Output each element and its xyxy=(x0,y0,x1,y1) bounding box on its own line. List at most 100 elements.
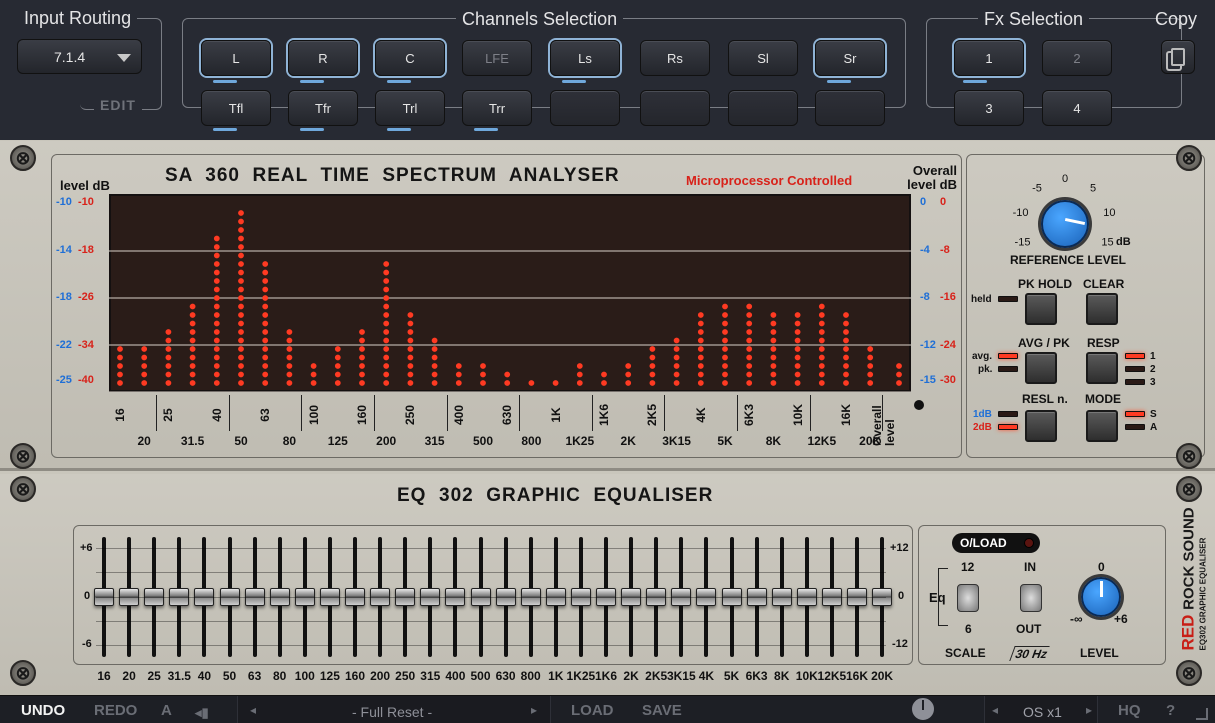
led-dot xyxy=(383,320,390,327)
led-dot xyxy=(697,329,704,335)
band-tick xyxy=(737,395,738,431)
spectrum-bar-2K5 xyxy=(649,346,656,386)
led-dot xyxy=(407,346,414,352)
edit-button[interactable]: EDIT xyxy=(94,97,142,113)
fx-slot-2[interactable]: 2 xyxy=(1042,40,1112,76)
preset-prev-icon[interactable]: ◂ xyxy=(250,703,256,717)
os-prev-icon[interactable]: ◂ xyxy=(992,703,998,717)
led-dot xyxy=(431,371,438,378)
load-button[interactable]: LOAD xyxy=(571,702,614,719)
input-routing-dropdown[interactable]: 7.1.4 xyxy=(17,39,142,74)
band-label: 1K xyxy=(548,407,563,423)
eq-title: EQ 302 GRAPHIC EQUALISER xyxy=(397,485,714,506)
resl-label: RESL n. xyxy=(1022,392,1068,406)
eq-grid-line xyxy=(96,572,886,573)
os-next-icon[interactable]: ▸ xyxy=(1086,703,1092,717)
band-label: 400 xyxy=(451,404,466,426)
led-dot xyxy=(213,278,220,284)
channel-button-lfe[interactable]: LFE xyxy=(462,40,532,76)
help-button[interactable]: ? xyxy=(1166,702,1175,719)
led-dot xyxy=(359,363,365,369)
resp-button[interactable] xyxy=(1086,352,1118,384)
spectrum-bar-1K6 xyxy=(601,371,607,386)
undo-button[interactable]: UNDO xyxy=(21,702,65,719)
led-dot xyxy=(238,371,244,378)
led-dot xyxy=(896,371,902,378)
led-dot xyxy=(625,371,632,378)
reference-level-knob[interactable] xyxy=(1041,200,1089,248)
copy-icon xyxy=(1171,48,1185,66)
clear-button[interactable] xyxy=(1086,293,1118,325)
channel-button-tfl[interactable]: Tfl xyxy=(201,90,271,126)
led-dot xyxy=(818,346,825,352)
eq-right-scale-bottom: -12 xyxy=(892,638,908,650)
led-dot xyxy=(770,320,777,327)
led-dot xyxy=(141,354,148,361)
led-dot xyxy=(431,346,438,352)
led-dot xyxy=(722,320,728,327)
resize-icon[interactable] xyxy=(1196,708,1208,720)
channel-button-empty[interactable] xyxy=(550,90,620,126)
overall-level-dot xyxy=(914,400,924,410)
led-dot xyxy=(262,286,269,293)
channel-button-sr[interactable]: Sr xyxy=(815,40,885,76)
spectrum-bar-8K xyxy=(770,312,777,386)
fx-slot-1[interactable]: 1 xyxy=(954,40,1024,76)
channel-button-l[interactable]: L xyxy=(201,40,271,76)
pk-hold-button[interactable] xyxy=(1025,293,1057,325)
meter-needle xyxy=(922,700,924,710)
scale-toggle-switch[interactable] xyxy=(957,584,979,612)
led-dot xyxy=(238,269,244,276)
led-dot xyxy=(238,320,244,327)
channel-button-tfr[interactable]: Tfr xyxy=(288,90,358,126)
channel-button-empty[interactable] xyxy=(815,90,885,126)
led-dot xyxy=(818,363,825,369)
meter-icon[interactable] xyxy=(912,698,934,720)
copy-button[interactable] xyxy=(1161,40,1195,74)
oload-indicator: O/LOAD xyxy=(952,533,1040,553)
channel-label: Trl xyxy=(402,100,418,116)
channel-button-r[interactable]: R xyxy=(288,40,358,76)
resp-opt-3: 3 xyxy=(1150,377,1156,388)
save-button[interactable]: SAVE xyxy=(642,702,682,719)
led-dot xyxy=(722,303,728,310)
band-label: 315 xyxy=(424,434,445,448)
fx-slot-3[interactable]: 3 xyxy=(954,90,1024,126)
led-dot xyxy=(843,346,849,352)
hq-button[interactable]: HQ xyxy=(1118,702,1141,719)
level-knob[interactable] xyxy=(1081,577,1121,617)
led-dot xyxy=(625,363,632,369)
redo-button[interactable]: REDO xyxy=(94,702,137,719)
in-out-toggle-switch[interactable] xyxy=(1020,584,1042,612)
channel-button-c[interactable]: C xyxy=(375,40,445,76)
preset-next-icon[interactable]: ▸ xyxy=(531,703,537,717)
led-dot xyxy=(262,278,269,284)
fx-slot-4[interactable]: 4 xyxy=(1042,90,1112,126)
channel-button-empty[interactable] xyxy=(640,90,710,126)
channel-button-empty[interactable] xyxy=(728,90,798,126)
led-dot xyxy=(818,354,825,361)
led-dot xyxy=(189,380,196,386)
right-scale-blue: -15 xyxy=(920,374,936,386)
channel-indicator xyxy=(827,80,851,83)
ab-button[interactable]: A xyxy=(161,702,172,719)
resl-button[interactable] xyxy=(1025,410,1057,442)
led-dot xyxy=(262,329,269,335)
led-dot xyxy=(407,329,414,335)
spectrum-bar-630 xyxy=(504,371,511,386)
channel-button-rs[interactable]: Rs xyxy=(640,40,710,76)
preset-name[interactable]: - Full Reset - xyxy=(352,704,432,720)
led-dot xyxy=(262,312,269,318)
led-dot xyxy=(213,286,220,293)
channel-button-ls[interactable]: Ls xyxy=(550,40,620,76)
channel-button-trr[interactable]: Trr xyxy=(462,90,532,126)
oversampling-value[interactable]: OS x1 xyxy=(1023,704,1062,720)
channel-button-sl[interactable]: Sl xyxy=(728,40,798,76)
analyser-subtitle: Microprocessor Controlled xyxy=(686,173,853,188)
avg-pk-button[interactable] xyxy=(1025,352,1057,384)
mode-button[interactable] xyxy=(1086,410,1118,442)
led-dot xyxy=(407,312,414,318)
ab-copy-icon[interactable]: ◂▮ xyxy=(195,705,219,720)
channel-button-trl[interactable]: Trl xyxy=(375,90,445,126)
led-dot xyxy=(334,380,341,386)
